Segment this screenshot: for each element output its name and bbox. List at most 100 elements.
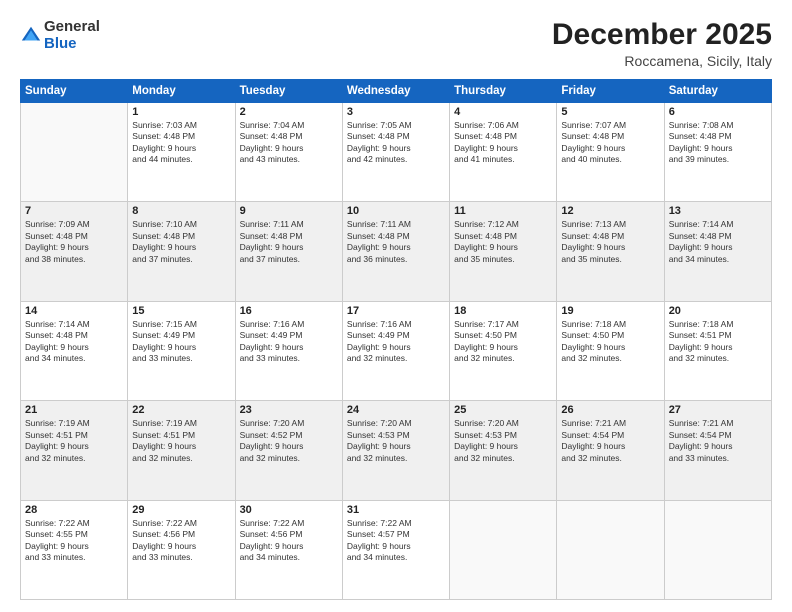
day-info: Sunrise: 7:22 AMSunset: 4:56 PMDaylight:…: [132, 518, 230, 564]
day-info: Sunrise: 7:19 AMSunset: 4:51 PMDaylight:…: [25, 418, 123, 464]
day-info: Sunrise: 7:14 AMSunset: 4:48 PMDaylight:…: [669, 219, 767, 265]
logo-icon: [20, 24, 42, 46]
day-cell: [450, 500, 557, 599]
day-info: Sunrise: 7:16 AMSunset: 4:49 PMDaylight:…: [347, 319, 445, 365]
header: General Blue December 2025 Roccamena, Si…: [20, 18, 772, 69]
day-cell: 13Sunrise: 7:14 AMSunset: 4:48 PMDayligh…: [664, 202, 771, 301]
day-info: Sunrise: 7:05 AMSunset: 4:48 PMDaylight:…: [347, 120, 445, 166]
day-cell: 21Sunrise: 7:19 AMSunset: 4:51 PMDayligh…: [21, 401, 128, 500]
day-cell: 30 Sunrise: 7:22 AMSunset: 4:56 PMDayligh…: [235, 500, 342, 599]
day-info: Sunrise: 7:04 AMSunset: 4:48 PMDaylight:…: [240, 120, 338, 166]
day-info: Sunrise: 7:11 AMSunset: 4:48 PMDaylight:…: [240, 219, 338, 265]
day-info: Sunrise: 7:22 AMSunset: 4:55 PMDaylight:…: [25, 518, 123, 564]
day-info: Sunrise: 7:12 AMSunset: 4:48 PMDaylight:…: [454, 219, 552, 265]
day-cell: 17 Sunrise: 7:16 AMSunset: 4:49 PMDayligh…: [342, 301, 449, 400]
day-info: Sunrise: 7:18 AMSunset: 4:51 PMDaylight:…: [669, 319, 767, 365]
day-cell: 31 Sunrise: 7:22 AMSunset: 4:57 PMDayligh…: [342, 500, 449, 599]
col-header-thursday: Thursday: [450, 80, 557, 103]
day-number: 1: [132, 106, 230, 118]
day-number: 25: [454, 404, 552, 416]
day-number: 20: [669, 305, 767, 317]
day-number: 16: [240, 305, 338, 317]
logo-blue: Blue: [44, 35, 77, 52]
calendar-table: SundayMondayTuesdayWednesdayThursdayFrid…: [20, 79, 772, 600]
day-number: 7: [25, 205, 123, 217]
day-cell: 23 Sunrise: 7:20 AMSunset: 4:52 PMDayligh…: [235, 401, 342, 500]
day-number: 12: [561, 205, 659, 217]
day-info: Sunrise: 7:22 AMSunset: 4:56 PMDaylight:…: [240, 518, 338, 564]
day-number: 27: [669, 404, 767, 416]
day-cell: 18 Sunrise: 7:17 AMSunset: 4:50 PMDayligh…: [450, 301, 557, 400]
col-header-wednesday: Wednesday: [342, 80, 449, 103]
day-info: Sunrise: 7:16 AMSunset: 4:49 PMDaylight:…: [240, 319, 338, 365]
day-cell: 19 Sunrise: 7:18 AMSunset: 4:50 PMDayligh…: [557, 301, 664, 400]
day-number: 19: [561, 305, 659, 317]
day-number: 10: [347, 205, 445, 217]
day-number: 6: [669, 106, 767, 118]
day-info: Sunrise: 7:10 AMSunset: 4:48 PMDaylight:…: [132, 219, 230, 265]
day-info: Sunrise: 7:20 AMSunset: 4:53 PMDaylight:…: [347, 418, 445, 464]
day-number: 11: [454, 205, 552, 217]
day-number: 8: [132, 205, 230, 217]
day-info: Sunrise: 7:06 AMSunset: 4:48 PMDaylight:…: [454, 120, 552, 166]
day-info: Sunrise: 7:08 AMSunset: 4:48 PMDaylight:…: [669, 120, 767, 166]
day-cell: [557, 500, 664, 599]
day-number: 17: [347, 305, 445, 317]
day-info: Sunrise: 7:17 AMSunset: 4:50 PMDaylight:…: [454, 319, 552, 365]
week-row-0: 1Sunrise: 7:03 AMSunset: 4:48 PMDaylight…: [21, 103, 772, 202]
day-cell: 29 Sunrise: 7:22 AMSunset: 4:56 PMDayligh…: [128, 500, 235, 599]
col-header-sunday: Sunday: [21, 80, 128, 103]
day-cell: 16 Sunrise: 7:16 AMSunset: 4:49 PMDayligh…: [235, 301, 342, 400]
day-info: Sunrise: 7:18 AMSunset: 4:50 PMDaylight:…: [561, 319, 659, 365]
day-info: Sunrise: 7:11 AMSunset: 4:48 PMDaylight:…: [347, 219, 445, 265]
week-row-1: 7Sunrise: 7:09 AMSunset: 4:48 PMDaylight…: [21, 202, 772, 301]
day-cell: [21, 103, 128, 202]
week-row-2: 14 Sunrise: 7:14 AMSunset: 4:48 PMDayligh…: [21, 301, 772, 400]
day-cell: 7Sunrise: 7:09 AMSunset: 4:48 PMDaylight…: [21, 202, 128, 301]
day-info: Sunrise: 7:07 AMSunset: 4:48 PMDaylight:…: [561, 120, 659, 166]
day-cell: 28Sunrise: 7:22 AMSunset: 4:55 PMDayligh…: [21, 500, 128, 599]
day-number: 23: [240, 404, 338, 416]
logo-general: General: [44, 18, 100, 35]
day-number: 18: [454, 305, 552, 317]
day-cell: 15Sunrise: 7:15 AMSunset: 4:49 PMDayligh…: [128, 301, 235, 400]
day-number: 26: [561, 404, 659, 416]
day-info: Sunrise: 7:22 AMSunset: 4:57 PMDaylight:…: [347, 518, 445, 564]
day-info: Sunrise: 7:21 AMSunset: 4:54 PMDaylight:…: [669, 418, 767, 464]
col-header-tuesday: Tuesday: [235, 80, 342, 103]
day-cell: 20 Sunrise: 7:18 AMSunset: 4:51 PMDayligh…: [664, 301, 771, 400]
day-cell: 5 Sunrise: 7:07 AMSunset: 4:48 PMDaylight…: [557, 103, 664, 202]
day-cell: 2 Sunrise: 7:04 AMSunset: 4:48 PMDaylight…: [235, 103, 342, 202]
day-number: 5: [561, 106, 659, 118]
day-number: 3: [347, 106, 445, 118]
logo: General Blue: [20, 18, 100, 53]
day-info: Sunrise: 7:20 AMSunset: 4:52 PMDaylight:…: [240, 418, 338, 464]
col-header-friday: Friday: [557, 80, 664, 103]
day-info: Sunrise: 7:14 AMSunset: 4:48 PMDaylight:…: [25, 319, 123, 365]
day-number: 31: [347, 504, 445, 516]
day-number: 30: [240, 504, 338, 516]
day-cell: 24 Sunrise: 7:20 AMSunset: 4:53 PMDayligh…: [342, 401, 449, 500]
day-cell: 9 Sunrise: 7:11 AMSunset: 4:48 PMDaylight…: [235, 202, 342, 301]
day-info: Sunrise: 7:19 AMSunset: 4:51 PMDaylight:…: [132, 418, 230, 464]
col-header-saturday: Saturday: [664, 80, 771, 103]
day-info: Sunrise: 7:20 AMSunset: 4:53 PMDaylight:…: [454, 418, 552, 464]
day-cell: 10 Sunrise: 7:11 AMSunset: 4:48 PMDayligh…: [342, 202, 449, 301]
day-cell: 27 Sunrise: 7:21 AMSunset: 4:54 PMDayligh…: [664, 401, 771, 500]
day-number: 2: [240, 106, 338, 118]
day-cell: 25 Sunrise: 7:20 AMSunset: 4:53 PMDayligh…: [450, 401, 557, 500]
day-info: Sunrise: 7:13 AMSunset: 4:48 PMDaylight:…: [561, 219, 659, 265]
day-cell: 3 Sunrise: 7:05 AMSunset: 4:48 PMDaylight…: [342, 103, 449, 202]
col-header-monday: Monday: [128, 80, 235, 103]
day-number: 4: [454, 106, 552, 118]
day-number: 14: [25, 305, 123, 317]
day-cell: 6 Sunrise: 7:08 AMSunset: 4:48 PMDaylight…: [664, 103, 771, 202]
location: Roccamena, Sicily, Italy: [552, 53, 772, 69]
day-number: 9: [240, 205, 338, 217]
page: General Blue December 2025 Roccamena, Si…: [0, 0, 792, 612]
day-cell: 11 Sunrise: 7:12 AMSunset: 4:48 PMDayligh…: [450, 202, 557, 301]
day-number: 29: [132, 504, 230, 516]
week-row-4: 28Sunrise: 7:22 AMSunset: 4:55 PMDayligh…: [21, 500, 772, 599]
month-title: December 2025: [552, 18, 772, 51]
day-number: 24: [347, 404, 445, 416]
